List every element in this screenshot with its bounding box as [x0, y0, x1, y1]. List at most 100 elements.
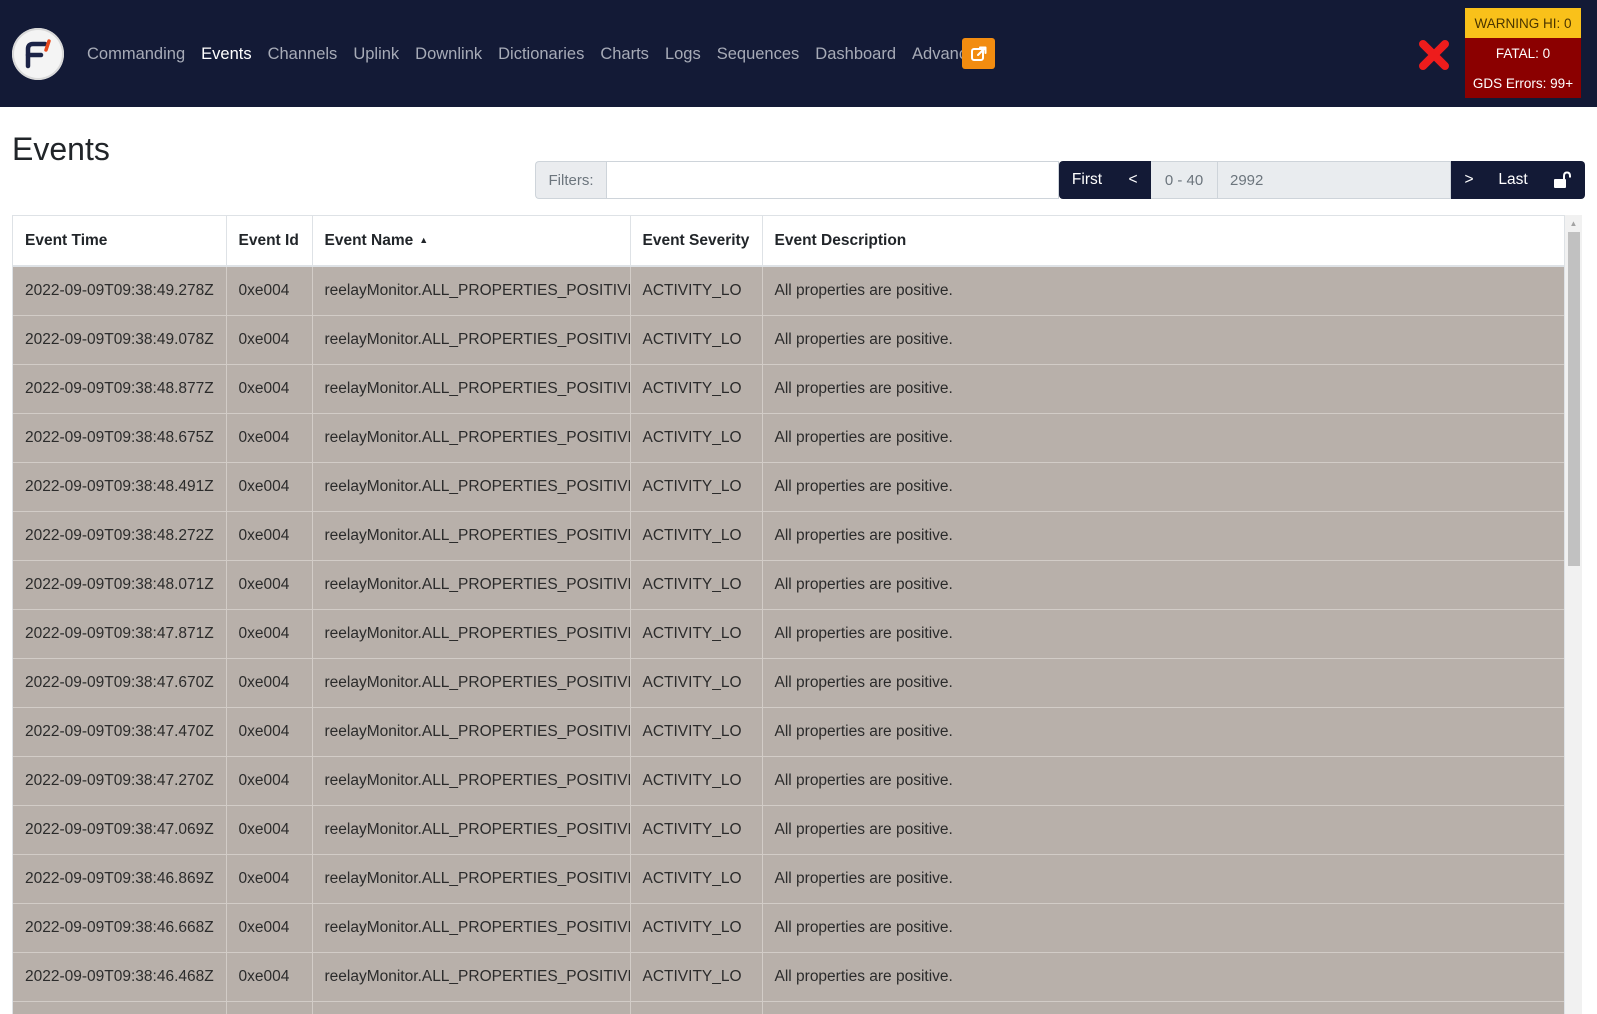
- cell-event-description: All properties are positive.: [762, 805, 1564, 855]
- cell-event-severity: ACTIVITY_LO: [630, 756, 763, 806]
- table-row[interactable]: 2022-09-09T09:38:48.071Z 0xe004 reelayMoni…: [13, 560, 1564, 610]
- cell-event-name: reelayMonitor.ALL_PROPERTIES_POSITIVE: [312, 609, 631, 659]
- cell-event-name: reelayMonitor.ALL_PROPERTIES_POSITIVE: [312, 462, 631, 512]
- cell-event-id: 0xe004: [226, 266, 313, 316]
- table-row[interactable]: 2022-09-09T09:38:46.869Z 0xe004 reelayMoni…: [13, 854, 1564, 904]
- nav-uplink[interactable]: Uplink: [353, 42, 399, 66]
- lock-toggle-button[interactable]: [1539, 161, 1585, 199]
- cell-event-name: reelayMonitor.ALL_PROPERTIES_POSITIVE: [312, 952, 631, 1002]
- nav-sequences[interactable]: Sequences: [717, 42, 800, 66]
- table-row[interactable]: 2022-09-09T09:38:46.468Z 0xe004 reelayMoni…: [13, 952, 1564, 1002]
- page-range: 0 - 40: [1151, 161, 1217, 199]
- nav-dictionaries[interactable]: Dictionaries: [498, 42, 584, 66]
- next-page-button[interactable]: >: [1451, 161, 1487, 199]
- table-row[interactable]: 2022-09-09T09:38:47.270Z 0xe004 reelayMoni…: [13, 756, 1564, 806]
- cell-event-description: All properties are positive.: [762, 903, 1564, 953]
- cell-event-id: 0xe004: [226, 756, 313, 806]
- cell-event-name: reelayMonitor.ALL_PROPERTIES_POSITIVE: [312, 658, 631, 708]
- cell-event-name: reelayMonitor.ALL_PROPERTIES_POSITIVE: [312, 903, 631, 953]
- cell-event-id: 0xe004: [226, 854, 313, 904]
- scroll-up-arrow-icon[interactable]: ▲: [1565, 215, 1582, 232]
- nav-logs[interactable]: Logs: [665, 42, 701, 66]
- table-row[interactable]: 2022-09-09T09:38:47.470Z 0xe004 reelayMoni…: [13, 707, 1564, 757]
- cell-event-description: All properties are positive.: [762, 511, 1564, 561]
- nav-commanding[interactable]: Commanding: [87, 42, 185, 66]
- nav-events[interactable]: Events: [201, 42, 251, 66]
- table-row[interactable]: 2022-09-09T09:38:49.078Z 0xe004 reelayMoni…: [13, 315, 1564, 365]
- cell-event-id: 0xe004: [226, 805, 313, 855]
- fatal-badge[interactable]: FATAL: 0: [1465, 38, 1581, 68]
- cell-event-description: All properties are positive.: [762, 952, 1564, 1002]
- first-page-button[interactable]: First: [1059, 161, 1115, 199]
- popout-button[interactable]: [962, 38, 995, 69]
- cell-event-severity: ACTIVITY_LO: [630, 609, 763, 659]
- cell-event-time: 2022-09-09T09:38:47.871Z: [13, 609, 227, 659]
- filter-input[interactable]: [606, 161, 1059, 199]
- warning-hi-badge[interactable]: WARNING HI: 0: [1465, 8, 1581, 38]
- cell-event-time: [13, 1001, 227, 1014]
- external-link-icon: [970, 46, 986, 61]
- events-table-container: Event Time Event Id Event Name ▲ Event Se…: [12, 215, 1565, 1014]
- cell-event-description: All properties are positive.: [762, 413, 1564, 463]
- cell-event-description: All properties are positive.: [762, 560, 1564, 610]
- last-page-button[interactable]: Last: [1487, 161, 1539, 199]
- cell-event-severity: ACTIVITY_LO: [630, 462, 763, 512]
- table-row[interactable]: 2022-09-09T09:38:47.069Z 0xe004 reelayMoni…: [13, 805, 1564, 855]
- red-x-icon: [1419, 40, 1449, 70]
- table-row[interactable]: 2022-09-09T09:38:48.877Z 0xe004 reelayMoni…: [13, 364, 1564, 414]
- table-scrollbar[interactable]: ▲: [1565, 215, 1582, 1014]
- fprime-logo[interactable]: [12, 28, 64, 80]
- filter-pagination-bar: Filters: First < 0 - 40 > Last: [535, 161, 1585, 199]
- page-title: Events: [12, 131, 110, 168]
- nav-channels[interactable]: Channels: [268, 42, 338, 66]
- table-row[interactable]: 2022-09-09T09:38:46.668Z 0xe004 reelayMoni…: [13, 903, 1564, 953]
- cell-event-name: reelayMonitor.ALL_PROPERTIES_POSITIVE: [312, 511, 631, 561]
- cell-event-id: [226, 1001, 313, 1014]
- table-row[interactable]: 2022-09-09T09:38:48.491Z 0xe004 reelayMoni…: [13, 462, 1564, 512]
- cell-event-id: 0xe004: [226, 413, 313, 463]
- nav-dashboard[interactable]: Dashboard: [815, 42, 896, 66]
- col-header-event-id[interactable]: Event Id: [226, 216, 313, 267]
- cell-event-severity: ACTIVITY_LO: [630, 315, 763, 365]
- table-row[interactable]: 2022-09-09T09:38:49.278Z 0xe004 reelayMoni…: [13, 266, 1564, 316]
- cell-event-severity: ACTIVITY_LO: [630, 854, 763, 904]
- nav-downlink[interactable]: Downlink: [415, 42, 482, 66]
- cell-event-name: reelayMonitor.ALL_PROPERTIES_POSITIVE: [312, 854, 631, 904]
- table-row[interactable]: 2022-09-09T09:38:48.272Z 0xe004 reelayMoni…: [13, 511, 1564, 561]
- table-row[interactable]: 2022-09-09T09:38:47.670Z 0xe004 reelayMoni…: [13, 658, 1564, 708]
- col-header-event-severity[interactable]: Event Severity: [630, 216, 763, 267]
- scrollbar-thumb[interactable]: [1568, 232, 1580, 566]
- cell-event-severity: ACTIVITY_LO: [630, 658, 763, 708]
- nav-links: Commanding Events Channels Uplink Downli…: [87, 42, 1001, 66]
- prev-page-button[interactable]: <: [1115, 161, 1151, 199]
- connection-status-button[interactable]: [1417, 38, 1451, 72]
- col-header-event-description[interactable]: Event Description: [762, 216, 1564, 267]
- cell-event-id: 0xe004: [226, 511, 313, 561]
- cell-event-severity: ACTIVITY_LO: [630, 903, 763, 953]
- cell-event-id: 0xe004: [226, 609, 313, 659]
- cell-event-name: reelayMonitor.ALL_PROPERTIES_POSITIVE: [312, 560, 631, 610]
- cell-event-time: 2022-09-09T09:38:49.278Z: [13, 266, 227, 316]
- col-header-event-name[interactable]: Event Name ▲: [312, 216, 631, 267]
- cell-event-name: reelayMonitor.ALL_PROPERTIES_POSITIVE: [312, 266, 631, 316]
- gds-errors-badge[interactable]: GDS Errors: 99+: [1465, 68, 1581, 98]
- table-row[interactable]: 2022-09-09T09:38:47.871Z 0xe004 reelayMoni…: [13, 609, 1564, 659]
- cell-event-name: reelayMonitor.ALL_PROPERTIES_POSITIVE: [312, 364, 631, 414]
- cell-event-description: [762, 1001, 1564, 1014]
- cell-event-id: 0xe004: [226, 903, 313, 953]
- cell-event-name: reelayMonitor.ALL_PROPERTIES_POSITIVE: [312, 413, 631, 463]
- cell-event-time: 2022-09-09T09:38:47.470Z: [13, 707, 227, 757]
- nav-charts[interactable]: Charts: [600, 42, 649, 66]
- cell-event-id: 0xe004: [226, 560, 313, 610]
- table-row[interactable]: [13, 1001, 1564, 1014]
- filter-label: Filters:: [535, 161, 606, 199]
- col-header-label: Event Id: [238, 231, 299, 249]
- cell-event-severity: ACTIVITY_LO: [630, 511, 763, 561]
- cell-event-id: 0xe004: [226, 462, 313, 512]
- cell-event-time: 2022-09-09T09:38:48.877Z: [13, 364, 227, 414]
- cell-event-time: 2022-09-09T09:38:47.069Z: [13, 805, 227, 855]
- col-header-event-time[interactable]: Event Time: [13, 216, 227, 267]
- total-count-field[interactable]: [1217, 161, 1451, 199]
- table-row[interactable]: 2022-09-09T09:38:48.675Z 0xe004 reelayMoni…: [13, 413, 1564, 463]
- cell-event-time: 2022-09-09T09:38:48.071Z: [13, 560, 227, 610]
